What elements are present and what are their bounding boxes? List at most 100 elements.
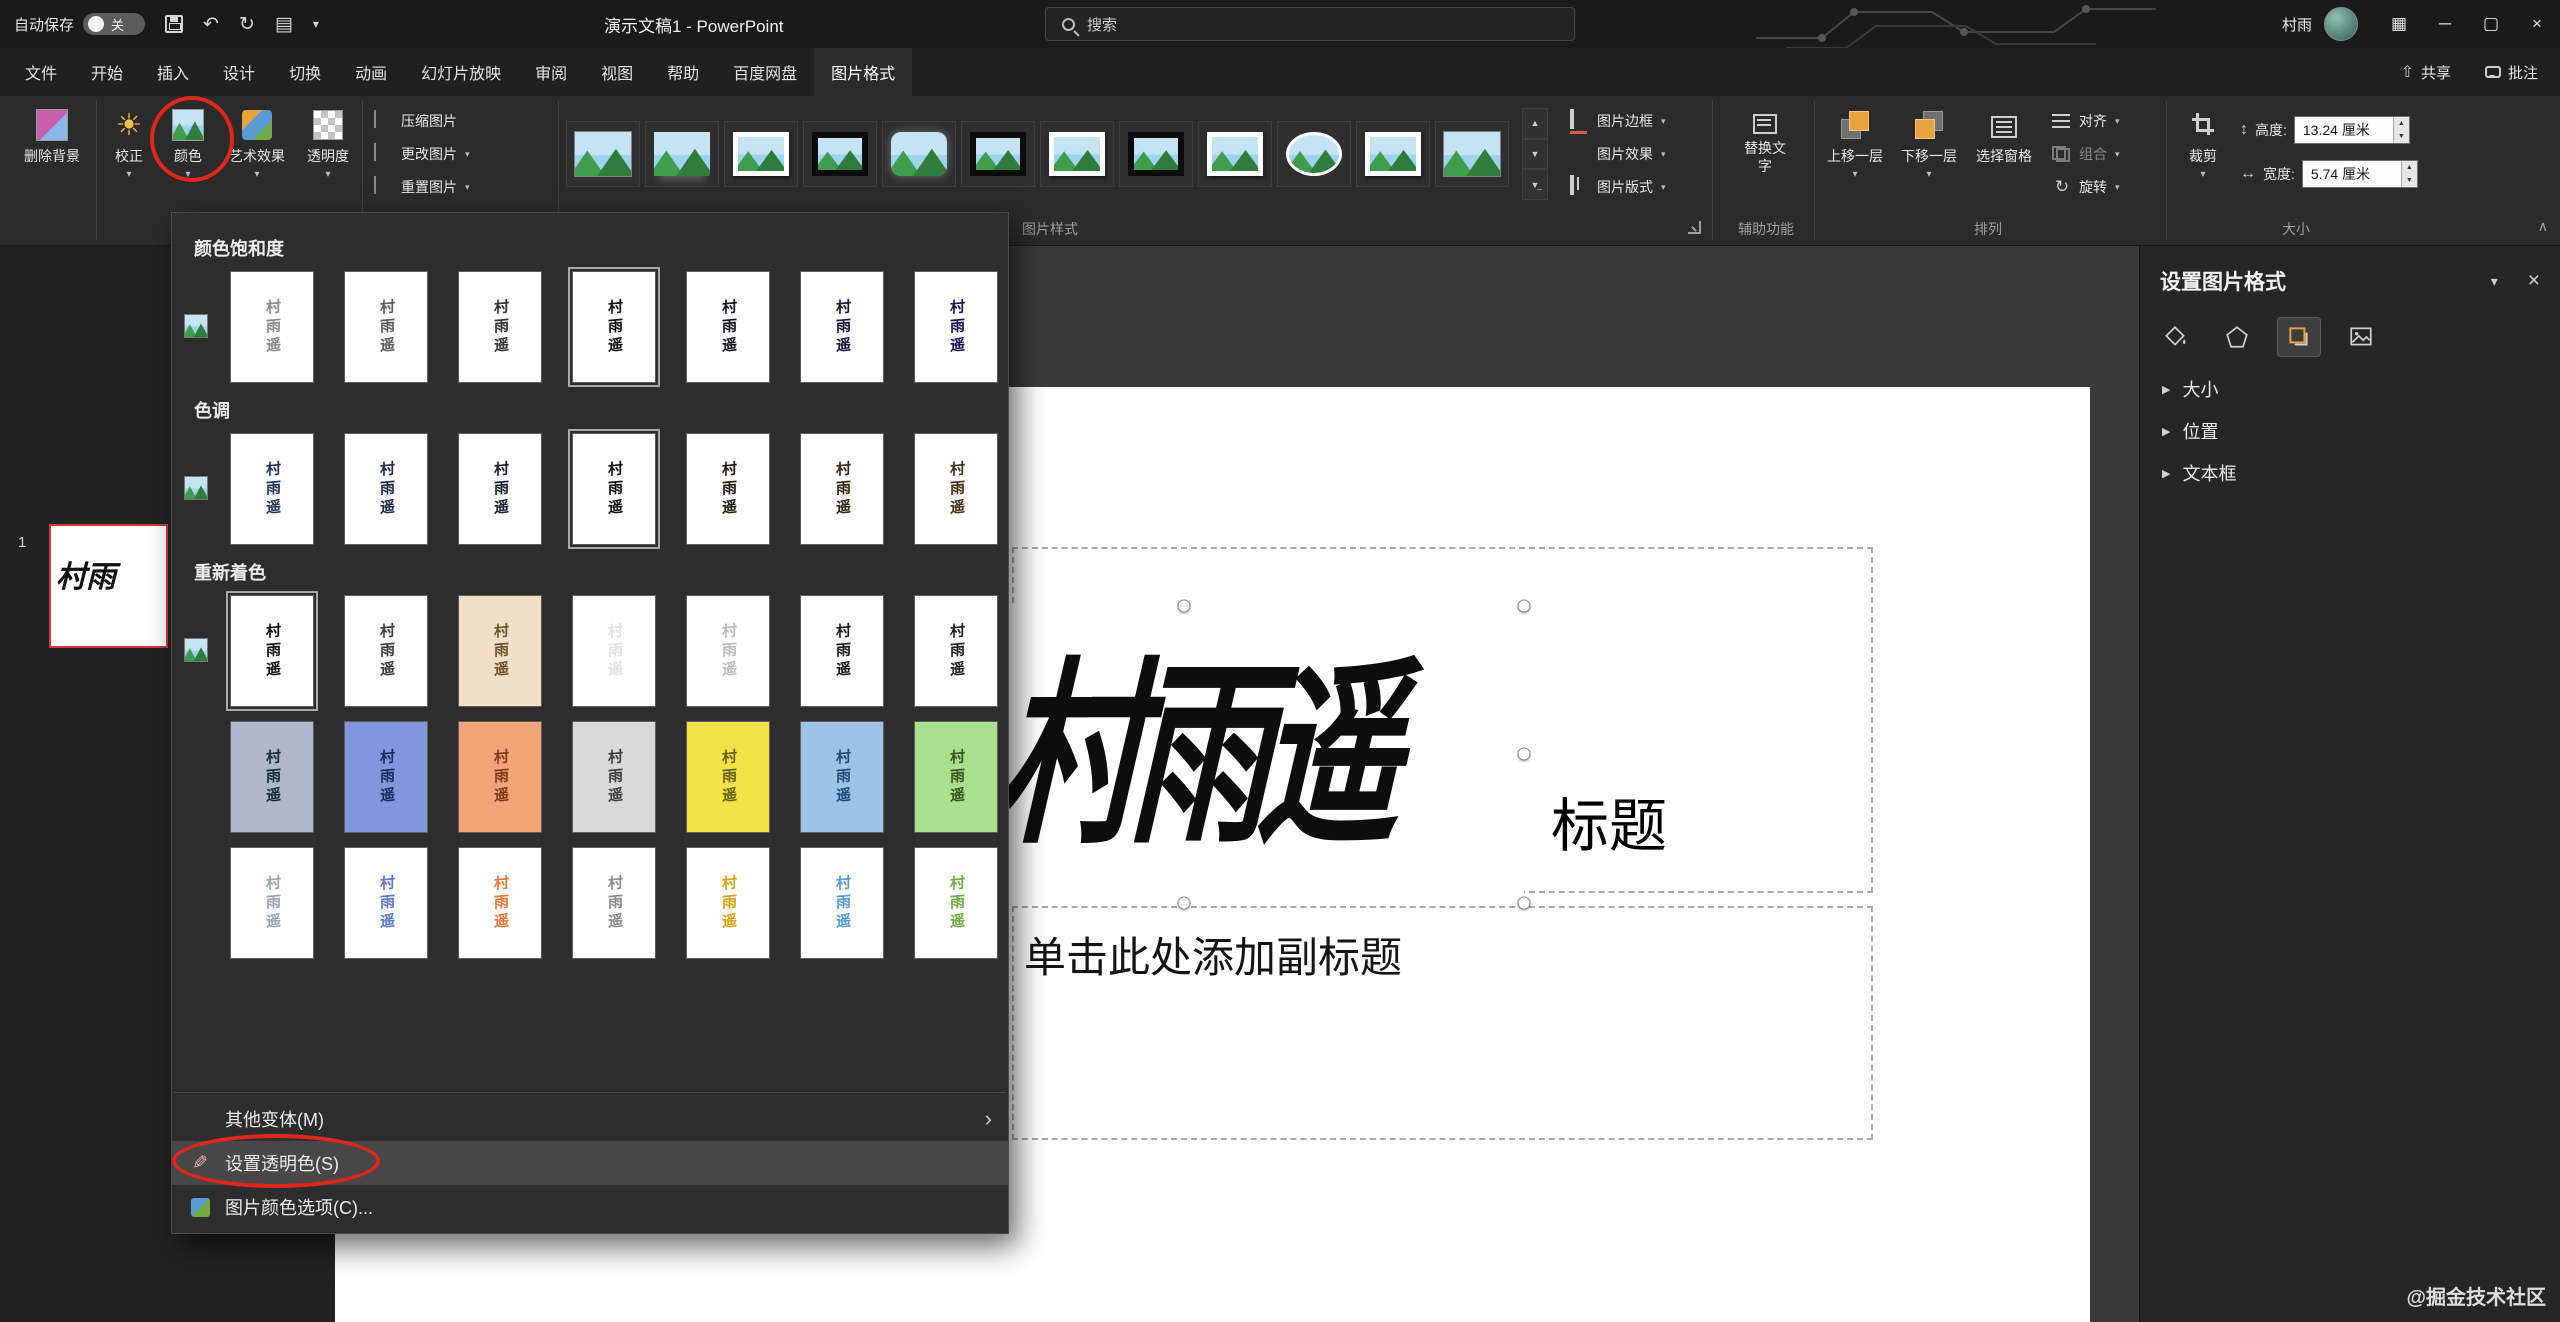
- subtitle-placeholder[interactable]: 单击此处添加副标题: [1012, 906, 1873, 1140]
- collapse-ribbon-icon[interactable]: ∧: [2538, 218, 2548, 235]
- effects-icon[interactable]: [2216, 318, 2258, 356]
- color-variant-thumb[interactable]: 村雨遥: [230, 721, 314, 833]
- color-variant-thumb[interactable]: 村雨遥: [914, 271, 998, 383]
- save-icon[interactable]: [165, 15, 183, 33]
- tab-幻灯片放映[interactable]: 幻灯片放映: [404, 48, 518, 96]
- color-variant-thumb[interactable]: 村雨遥: [800, 271, 884, 383]
- color-variant-thumb[interactable]: 村雨遥: [458, 847, 542, 959]
- color-variant-thumb[interactable]: 村雨遥: [800, 721, 884, 833]
- color-variant-thumb[interactable]: 村雨遥: [344, 595, 428, 707]
- menu-item[interactable]: 设置透明色(S): [172, 1141, 1008, 1185]
- rotate-button[interactable]: ↻ 旋转 ▾: [2048, 172, 2160, 202]
- color-variant-thumb[interactable]: 村雨遥: [572, 595, 656, 707]
- align-button[interactable]: 对齐 ▾: [2048, 106, 2160, 136]
- picture-style-thumb[interactable]: [1435, 121, 1509, 187]
- menu-item[interactable]: 图片颜色选项(C)...: [172, 1185, 1008, 1229]
- autosave-control[interactable]: 自动保存 关: [14, 13, 145, 35]
- color-variant-thumb[interactable]: 村雨遥: [800, 433, 884, 545]
- bring-forward-button[interactable]: 上移一层 ▾: [1820, 100, 1890, 208]
- color-variant-thumb[interactable]: 村雨遥: [344, 271, 428, 383]
- color-variant-thumb[interactable]: 村雨遥: [914, 847, 998, 959]
- tab-帮助[interactable]: 帮助: [650, 48, 716, 96]
- picture-style-thumb[interactable]: [1356, 121, 1430, 187]
- picture-styles-dialog-launcher-icon[interactable]: [1688, 221, 1701, 234]
- tab-开始[interactable]: 开始: [74, 48, 140, 96]
- color-variant-thumb[interactable]: 村雨遥: [686, 595, 770, 707]
- color-variant-thumb[interactable]: 村雨遥: [458, 595, 542, 707]
- tab-文件[interactable]: 文件: [8, 48, 74, 96]
- quick-access-dropdown-icon[interactable]: ▾: [313, 18, 319, 30]
- minimize-button[interactable]: ─: [2422, 0, 2468, 48]
- picture-style-thumb[interactable]: [803, 121, 877, 187]
- menu-item[interactable]: 其他变体(M)›: [172, 1097, 1008, 1141]
- format-section-大小[interactable]: ▶大小: [2140, 368, 2560, 410]
- picture-style-thumb[interactable]: [724, 121, 798, 187]
- undo-icon[interactable]: ↶: [203, 15, 219, 34]
- gallery-scroll-down-icon[interactable]: ▼: [1522, 139, 1548, 170]
- spin-up-icon[interactable]: ▲: [2402, 161, 2417, 174]
- group-button[interactable]: 组合 ▾: [2048, 139, 2160, 169]
- gallery-more-icon[interactable]: ▼̲: [1522, 169, 1548, 200]
- ribbon-display-options-icon[interactable]: ▦: [2376, 0, 2422, 48]
- picture-style-thumb[interactable]: [882, 121, 956, 187]
- transparency-button[interactable]: 透明度 ▾: [298, 100, 358, 208]
- remove-background-button[interactable]: 删除背景: [8, 100, 96, 208]
- color-variant-thumb[interactable]: 村雨遥: [914, 433, 998, 545]
- comments-button[interactable]: 批注: [2475, 57, 2548, 88]
- picture-effects-button[interactable]: 图片效果 ▾: [1566, 139, 1710, 169]
- corrections-button[interactable]: ☀ 校正 ▾: [100, 100, 158, 208]
- color-variant-thumb[interactable]: 村雨遥: [686, 433, 770, 545]
- send-backward-button[interactable]: 下移一层 ▾: [1894, 100, 1964, 208]
- tab-切换[interactable]: 切换: [272, 48, 338, 96]
- close-button[interactable]: ×: [2514, 0, 2560, 48]
- spin-down-icon[interactable]: ▼: [2402, 174, 2417, 187]
- color-button[interactable]: 颜色 ▾: [160, 100, 216, 208]
- picture-style-thumb[interactable]: [645, 121, 719, 187]
- tab-动画[interactable]: 动画: [338, 48, 404, 96]
- color-variant-thumb[interactable]: 村雨遥: [686, 721, 770, 833]
- color-variant-thumb[interactable]: 村雨遥: [344, 721, 428, 833]
- color-variant-thumb[interactable]: 村雨遥: [458, 433, 542, 545]
- selection-pane-button[interactable]: 选择窗格: [1968, 100, 2040, 208]
- spin-up-icon[interactable]: ▲: [2394, 117, 2409, 130]
- artistic-effects-button[interactable]: 艺术效果 ▾: [218, 100, 296, 208]
- color-variant-thumb[interactable]: 村雨遥: [800, 847, 884, 959]
- format-section-文本框[interactable]: ▶文本框: [2140, 452, 2560, 494]
- resize-handle-bottom[interactable]: [1178, 897, 1191, 910]
- color-variant-thumb[interactable]: 村雨遥: [344, 433, 428, 545]
- color-variant-thumb[interactable]: 村雨遥: [230, 433, 314, 545]
- picture-style-thumb[interactable]: [1040, 121, 1114, 187]
- color-variant-thumb[interactable]: 村雨遥: [230, 595, 314, 707]
- picture-style-thumb[interactable]: [961, 121, 1035, 187]
- color-variant-thumb[interactable]: 村雨遥: [230, 271, 314, 383]
- format-section-位置[interactable]: ▶位置: [2140, 410, 2560, 452]
- gallery-scroll-up-icon[interactable]: ▲: [1522, 108, 1548, 139]
- picture-style-thumb[interactable]: [566, 121, 640, 187]
- redo-icon[interactable]: ↻: [239, 15, 255, 34]
- fill-line-icon[interactable]: [2154, 318, 2196, 356]
- alt-text-button[interactable]: 替换文字: [1722, 100, 1808, 208]
- resize-handle-bottom-right[interactable]: [1518, 897, 1531, 910]
- tab-图片格式[interactable]: 图片格式: [814, 48, 912, 96]
- resize-handle-top-right[interactable]: [1518, 600, 1531, 613]
- color-variant-thumb[interactable]: 村雨遥: [572, 433, 656, 545]
- color-variant-thumb[interactable]: 村雨遥: [914, 721, 998, 833]
- color-variant-thumb[interactable]: 村雨遥: [458, 721, 542, 833]
- color-variant-thumb[interactable]: 村雨遥: [572, 847, 656, 959]
- compress-picture-button[interactable]: 压缩图片: [370, 106, 552, 136]
- resize-handle-right[interactable]: [1518, 748, 1531, 761]
- picture-style-thumb[interactable]: [1277, 121, 1351, 187]
- color-variant-thumb[interactable]: 村雨遥: [686, 271, 770, 383]
- color-variant-thumb[interactable]: 村雨遥: [344, 847, 428, 959]
- height-input[interactable]: 13.24 厘米 ▲▼: [2294, 116, 2410, 144]
- picture-icon[interactable]: [2340, 318, 2382, 356]
- width-spinner[interactable]: ▲▼: [2401, 161, 2417, 187]
- pane-close-icon[interactable]: ×: [2528, 269, 2540, 293]
- color-variant-thumb[interactable]: 村雨遥: [914, 595, 998, 707]
- tab-百度网盘[interactable]: 百度网盘: [716, 48, 814, 96]
- height-spinner[interactable]: ▲▼: [2393, 117, 2409, 143]
- search-box[interactable]: 搜索: [1045, 7, 1575, 41]
- picture-border-button[interactable]: 图片边框 ▾: [1566, 106, 1710, 136]
- tab-设计[interactable]: 设计: [206, 48, 272, 96]
- crop-button[interactable]: 裁剪 ▾: [2172, 100, 2234, 208]
